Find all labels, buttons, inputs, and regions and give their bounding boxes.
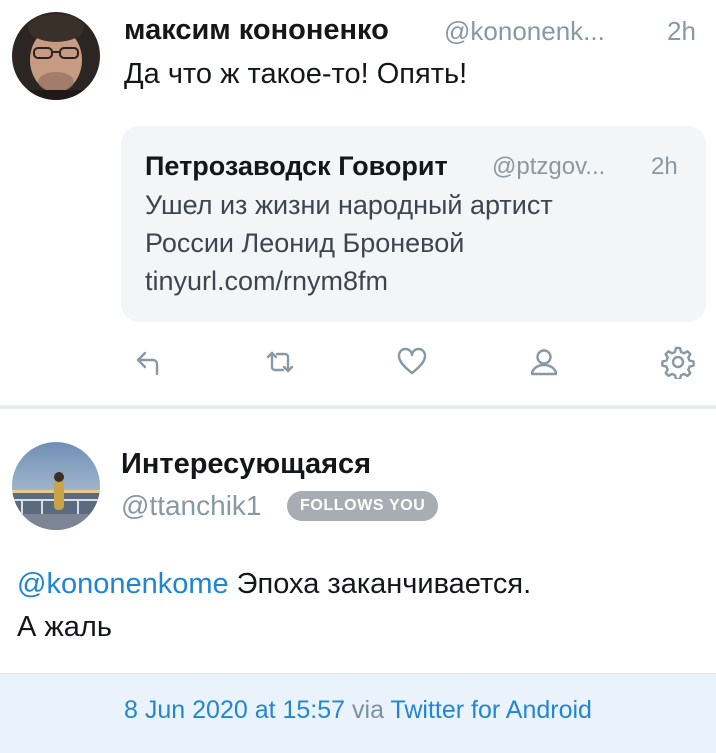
quoted-text-line: Ушел из жизни народный артист <box>145 190 553 220</box>
avatar[interactable] <box>12 442 100 530</box>
quoted-text: Ушел из жизни народный артист России Лео… <box>145 186 685 300</box>
quoted-link[interactable]: tinyurl.com/rnym8fm <box>145 262 685 300</box>
reply-text-rest: Эпоха заканчивается. <box>228 568 532 600</box>
reply-icon[interactable] <box>128 342 168 382</box>
reply-author-name[interactable]: Интересующаяся <box>121 448 371 481</box>
quoted-text-line: России Леонид Броневой <box>145 228 465 258</box>
tweet-actions <box>0 342 716 386</box>
quoted-author-handle: @ptzgov... <box>492 153 606 180</box>
retweet-icon[interactable] <box>260 342 300 382</box>
tweet-footer: 8 Jun 2020 at 15:57 via Twitter for Andr… <box>0 673 716 753</box>
author-name[interactable]: максим кононенко <box>124 14 389 47</box>
quoted-tweet[interactable]: Петрозаводск Говорит @ptzgov... 2h Ушел … <box>121 126 706 322</box>
client-link[interactable]: Twitter for Android <box>390 696 591 724</box>
divider <box>0 405 716 409</box>
quoted-author-name: Петрозаводск Говорит <box>145 151 448 181</box>
via-label: via <box>352 696 384 724</box>
reply-author-handle[interactable]: @ttanchik1 <box>121 490 262 522</box>
heart-icon[interactable] <box>392 342 432 382</box>
tweet-card[interactable]: максим кононенко @kononenk... 2h Да что … <box>0 0 716 405</box>
author-handle[interactable]: @kononenk... <box>444 16 605 47</box>
tweet-date-link[interactable]: 8 Jun 2020 at 15:57 <box>124 696 345 724</box>
avatar[interactable] <box>12 12 100 100</box>
reply-text-line2: А жаль <box>17 611 112 643</box>
gear-icon[interactable] <box>658 342 698 382</box>
tweet-text: Да что ж такое-то! Опять! <box>124 58 468 90</box>
reply-text: @kononenkome Эпоха заканчивается. А жаль <box>17 563 531 649</box>
tweet-time: 2h <box>667 16 696 46</box>
person-icon[interactable] <box>524 342 564 382</box>
quoted-time: 2h <box>651 153 678 180</box>
follows-you-badge: FOLLOWS YOU <box>287 491 439 521</box>
mention-link[interactable]: @kononenkome <box>17 568 229 600</box>
